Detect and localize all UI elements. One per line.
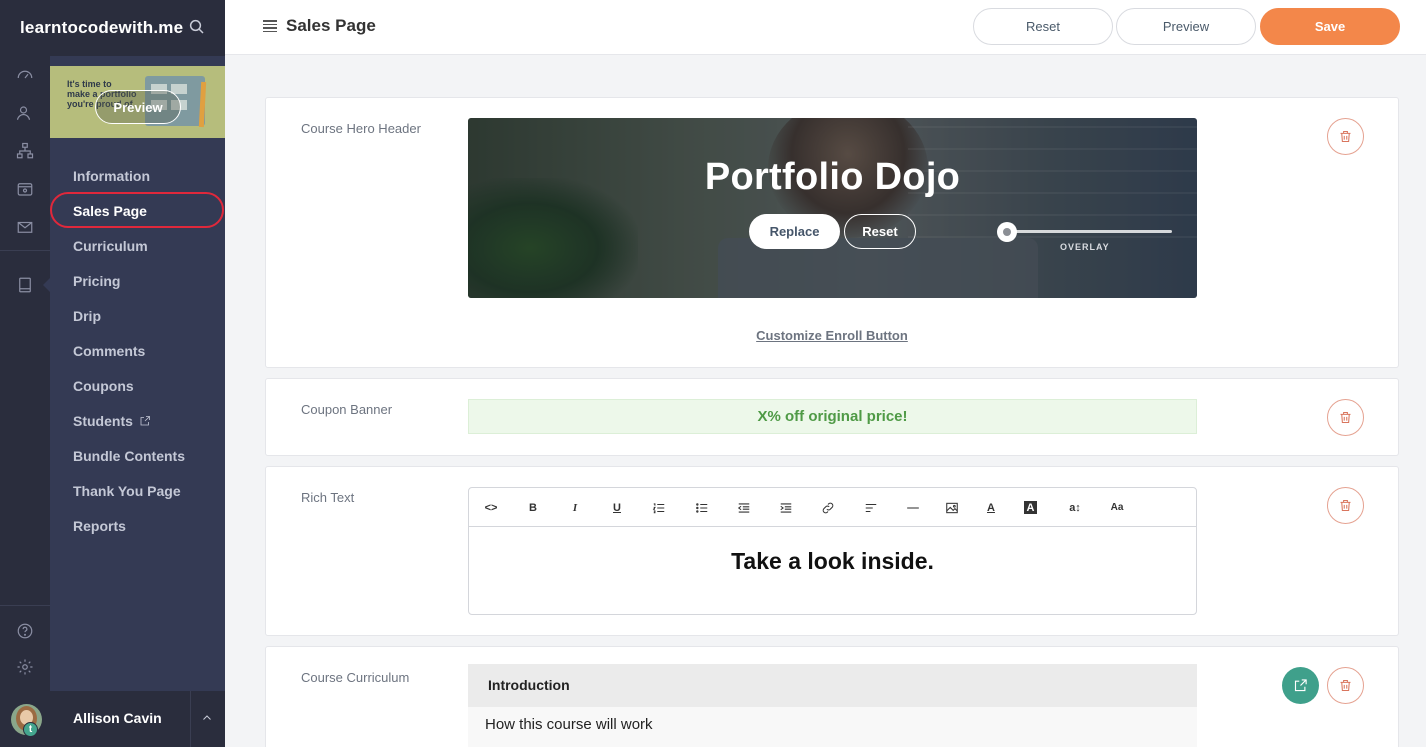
- icon-rail: [0, 0, 51, 747]
- hero-header-section: Course Hero Header Portfolio Dojo Replac…: [265, 97, 1399, 368]
- delete-section-button[interactable]: [1327, 667, 1364, 704]
- overlay-slider-track[interactable]: [1006, 230, 1172, 233]
- text-color-button[interactable]: A: [982, 500, 1000, 515]
- background-color-button[interactable]: A: [1024, 501, 1037, 514]
- brand-name[interactable]: learntocodewith.me: [20, 18, 183, 38]
- section-label: Course Hero Header: [301, 121, 421, 136]
- customize-enroll-link[interactable]: Customize Enroll Button: [756, 328, 908, 343]
- sitemap-icon[interactable]: [13, 139, 37, 163]
- trash-icon: [1340, 679, 1351, 692]
- hero-title[interactable]: Portfolio Dojo: [468, 156, 1197, 199]
- ordered-list-icon[interactable]: [650, 500, 668, 515]
- search-icon[interactable]: [188, 18, 208, 38]
- code-view-button[interactable]: <>: [482, 500, 500, 515]
- brand-bar: learntocodewith.me: [0, 0, 225, 56]
- delete-section-button[interactable]: [1327, 118, 1364, 155]
- link-icon[interactable]: [819, 500, 837, 515]
- lesson-title: How this course will work: [485, 716, 653, 733]
- book-icon[interactable]: [13, 273, 37, 297]
- rich-text-editor[interactable]: <> B I U A A a↕ Aa Take a look inside.: [468, 487, 1197, 615]
- sidebar-item-reports[interactable]: Reports: [73, 518, 126, 534]
- reset-button[interactable]: Reset: [973, 8, 1113, 45]
- rich-text-section: Rich Text <> B I U A A a↕ Aa Take a look…: [265, 466, 1399, 636]
- top-bar: Sales Page Reset Preview Save: [225, 0, 1426, 55]
- pencil-graphic: [198, 81, 207, 128]
- section-label: Rich Text: [301, 490, 355, 505]
- trash-icon: [1340, 411, 1351, 424]
- dashboard-icon[interactable]: [13, 63, 37, 87]
- sidebar-item-sales-page[interactable]: Sales Page: [73, 203, 147, 219]
- sidebar-item-drip[interactable]: Drip: [73, 308, 101, 324]
- replace-image-button[interactable]: Replace: [749, 214, 840, 249]
- preview-button[interactable]: Preview: [1116, 8, 1256, 45]
- sidebar-item-label: Students: [73, 413, 133, 429]
- section-label: Coupon Banner: [301, 402, 393, 417]
- chapter-title: Introduction: [488, 677, 570, 693]
- overlay-slider-handle[interactable]: [997, 222, 1017, 242]
- users-icon[interactable]: [13, 101, 37, 125]
- image-icon[interactable]: [943, 500, 961, 515]
- reset-image-button[interactable]: Reset: [844, 214, 916, 249]
- overlay-label: OVERLAY: [1060, 242, 1110, 252]
- font-family-button[interactable]: Aa: [1108, 500, 1126, 515]
- hero-image: Portfolio Dojo Replace Reset OVERLAY: [468, 118, 1197, 298]
- trash-icon: [1340, 130, 1351, 143]
- page-title: Sales Page: [286, 16, 376, 35]
- delete-section-button[interactable]: [1327, 487, 1364, 524]
- sidebar-item-pricing[interactable]: Pricing: [73, 273, 120, 289]
- menu-icon[interactable]: [263, 20, 277, 32]
- wallet-icon[interactable]: [13, 177, 37, 201]
- indent-icon[interactable]: [777, 500, 795, 515]
- chevron-up-icon[interactable]: [201, 711, 215, 725]
- user-name: Allison Cavin: [73, 710, 162, 726]
- sidebar-item-coupons[interactable]: Coupons: [73, 378, 134, 394]
- delete-section-button[interactable]: [1327, 399, 1364, 436]
- sidebar-item-students[interactable]: Students: [73, 413, 151, 429]
- course-thumbnail: It's time to make a portfolio you're pro…: [50, 66, 225, 138]
- sidebar-item-comments[interactable]: Comments: [73, 343, 145, 359]
- unordered-list-icon[interactable]: [693, 500, 711, 515]
- align-icon[interactable]: [862, 500, 880, 515]
- hr-icon[interactable]: [904, 500, 922, 515]
- external-link-icon: [139, 414, 151, 426]
- school-badge: t: [23, 722, 38, 737]
- thumbnail-preview-button[interactable]: Preview: [95, 90, 181, 124]
- sidebar-item-information[interactable]: Information: [73, 168, 150, 184]
- chapter-header: Introduction: [468, 664, 1197, 707]
- sidebar-item-thank-you-page[interactable]: Thank You Page: [73, 483, 181, 499]
- gear-icon[interactable]: [13, 655, 37, 679]
- coupon-banner-section: Coupon Banner X% off original price!: [265, 378, 1399, 456]
- outdent-icon[interactable]: [735, 500, 753, 515]
- mail-icon[interactable]: [13, 215, 37, 239]
- sidebar-item-bundle-contents[interactable]: Bundle Contents: [73, 448, 185, 464]
- lesson-row[interactable]: How this course will work: [468, 707, 1197, 747]
- underline-button[interactable]: U: [608, 500, 626, 515]
- external-link-icon: [1294, 679, 1307, 692]
- open-curriculum-button[interactable]: [1282, 667, 1319, 704]
- course-curriculum-section: Course Curriculum Introduction How this …: [265, 646, 1399, 747]
- user-bar[interactable]: t Allison Cavin: [0, 691, 225, 747]
- italic-button[interactable]: I: [566, 500, 584, 515]
- editor-toolbar: <> B I U A A a↕ Aa: [469, 488, 1196, 527]
- font-size-button[interactable]: a↕: [1066, 500, 1084, 515]
- section-label: Course Curriculum: [301, 670, 410, 685]
- bold-button[interactable]: B: [524, 500, 542, 515]
- trash-icon: [1340, 499, 1351, 512]
- help-icon[interactable]: [13, 619, 37, 643]
- coupon-banner[interactable]: X% off original price!: [468, 399, 1197, 434]
- sidebar-item-curriculum[interactable]: Curriculum: [73, 238, 148, 254]
- save-button[interactable]: Save: [1260, 8, 1400, 45]
- editor-content[interactable]: Take a look inside.: [469, 548, 1196, 575]
